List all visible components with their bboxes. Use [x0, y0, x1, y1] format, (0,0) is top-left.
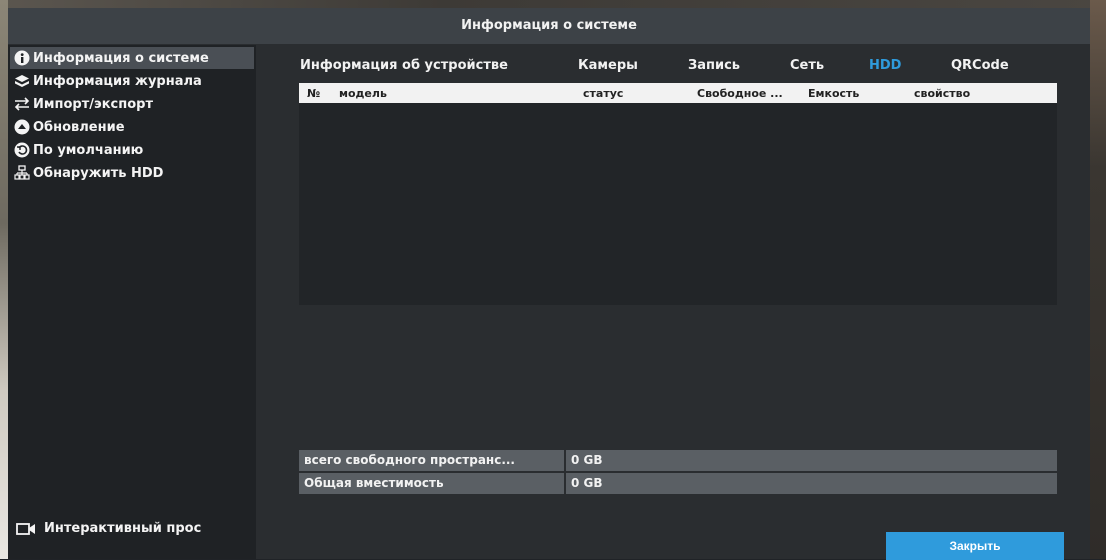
sidebar-item-label: Обнаружить HDD — [33, 165, 164, 181]
sidebar-item-detect-hdd[interactable]: Обнаружить HDD — [10, 162, 254, 184]
dialog-titlebar: Информация о системе — [8, 8, 1090, 45]
import-export-icon — [14, 96, 30, 112]
info-icon — [14, 50, 30, 66]
summary-value: 0 GB — [571, 453, 603, 467]
upload-icon — [14, 119, 30, 135]
tab-hdd[interactable]: HDD — [869, 58, 901, 73]
summary-divider — [564, 473, 566, 494]
sidebar-item-label: Импорт/экспорт — [33, 96, 153, 112]
log-icon — [14, 73, 30, 89]
sidebar-item-label: Обновление — [33, 119, 125, 135]
summary-row-total-capacity: Общая вместимость 0 GB — [299, 473, 1057, 494]
summary-label: всего свободного пространс... — [304, 453, 515, 467]
column-header-capacity[interactable]: Емкость — [808, 87, 859, 100]
reset-icon — [14, 142, 30, 158]
background-left — [0, 0, 8, 559]
tab-qrcode[interactable]: QRCode — [951, 58, 1009, 73]
background-right — [1090, 0, 1106, 559]
summary-row-total-free: всего свободного пространс... 0 GB — [299, 450, 1057, 471]
column-header-free[interactable]: Свободное ... — [697, 87, 783, 100]
column-header-property[interactable]: свойство — [914, 87, 970, 100]
dialog-title: Информация о системе — [461, 18, 637, 33]
tab-cameras[interactable]: Камеры — [578, 58, 638, 73]
sidebar: Информация о системе Информация журнала … — [8, 45, 256, 559]
hdd-table: № модель статус Свободное ... Емкость св… — [299, 83, 1057, 305]
summary-label: Общая вместимость — [304, 476, 444, 490]
summary-divider — [564, 450, 566, 471]
network-icon — [14, 165, 30, 181]
close-button[interactable]: Закрыть — [886, 532, 1064, 560]
sidebar-item-log-info[interactable]: Информация журнала — [10, 70, 254, 92]
summary-value: 0 GB — [571, 476, 603, 490]
system-info-dialog: Информация о системе Информация о систем… — [8, 8, 1090, 560]
background-top — [0, 0, 1106, 8]
sidebar-item-interactive-view[interactable]: Интерактивный прос — [16, 521, 201, 536]
sidebar-item-label: Интерактивный прос — [44, 521, 202, 536]
sidebar-item-label: Информация журнала — [33, 73, 202, 89]
tab-recording[interactable]: Запись — [688, 58, 740, 73]
column-header-model[interactable]: модель — [339, 87, 387, 100]
sidebar-item-label: По умолчанию — [33, 142, 144, 158]
screen: Информация о системе Информация о систем… — [0, 0, 1106, 560]
sidebar-item-label: Информация о системе — [33, 50, 209, 66]
sidebar-item-system-info[interactable]: Информация о системе — [10, 47, 254, 69]
column-header-number[interactable]: № — [307, 87, 320, 100]
sidebar-item-update[interactable]: Обновление — [10, 116, 254, 138]
main-content: Информация об устройстве Камеры Запись С… — [256, 45, 1090, 560]
sidebar-item-import-export[interactable]: Импорт/экспорт — [10, 93, 254, 115]
camera-icon — [16, 522, 36, 536]
tab-device-info[interactable]: Информация об устройстве — [300, 58, 508, 73]
sidebar-item-default[interactable]: По умолчанию — [10, 139, 254, 161]
column-header-status[interactable]: статус — [583, 87, 623, 100]
tab-network[interactable]: Сеть — [790, 58, 824, 73]
table-header: № модель статус Свободное ... Емкость св… — [299, 83, 1057, 103]
